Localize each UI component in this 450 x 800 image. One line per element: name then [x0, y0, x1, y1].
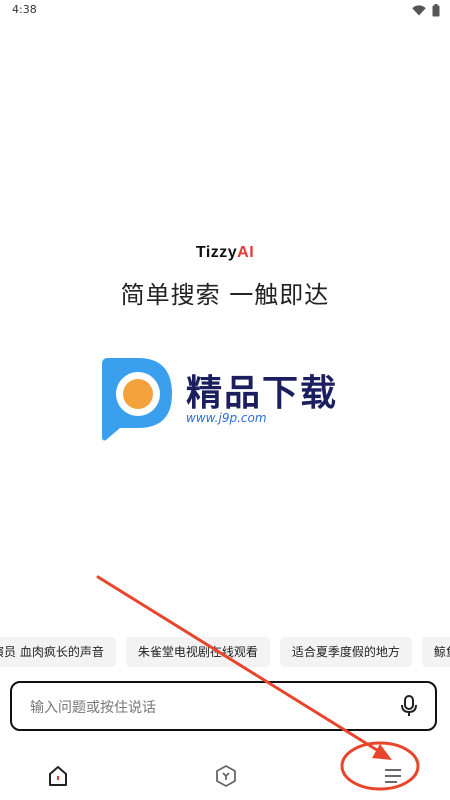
chip-row: 演员 血肉疯长的声音 朱雀堂电视剧在线观看 适合夏季度假的地方 鲸鱼杂货铺 — [0, 637, 450, 667]
status-icons — [412, 4, 440, 17]
brand-logo: TizzyAI — [0, 244, 450, 262]
brand-name: Tizzy — [195, 244, 238, 261]
search-box — [10, 681, 437, 731]
home-icon[interactable] — [46, 764, 70, 788]
suggestion-chip[interactable]: 鲸鱼杂货铺 — [421, 637, 450, 667]
menu-icon[interactable] — [381, 764, 405, 788]
tagline: 简单搜索 一触即达 — [120, 281, 330, 309]
suggestion-chip[interactable]: 适合夏季度假的地方 — [279, 637, 412, 667]
suggestion-chip[interactable]: 演员 血肉疯长的声音 — [0, 637, 116, 667]
explore-icon[interactable] — [214, 764, 238, 788]
microphone-icon[interactable] — [401, 695, 417, 717]
watermark-logo: 精品下载 www.j9p.com — [98, 356, 358, 446]
suggestion-chips: 演员 血肉疯长的声音 朱雀堂电视剧在线观看 适合夏季度假的地方 鲸鱼杂货铺 — [0, 637, 450, 669]
search-input[interactable] — [28, 694, 392, 722]
battery-icon — [432, 4, 440, 17]
brand-name-suffix: AI — [237, 244, 255, 261]
bottom-nav — [0, 750, 450, 800]
suggestion-chip[interactable]: 朱雀堂电视剧在线观看 — [125, 637, 270, 667]
status-time: 4:38 — [12, 3, 37, 16]
watermark-title: 精品下载 — [186, 373, 339, 414]
status-bar: 4:38 — [0, 0, 450, 22]
watermark-url: www.j9p.com — [186, 411, 267, 425]
watermark-p-icon — [102, 358, 172, 441]
wifi-icon — [412, 5, 426, 16]
